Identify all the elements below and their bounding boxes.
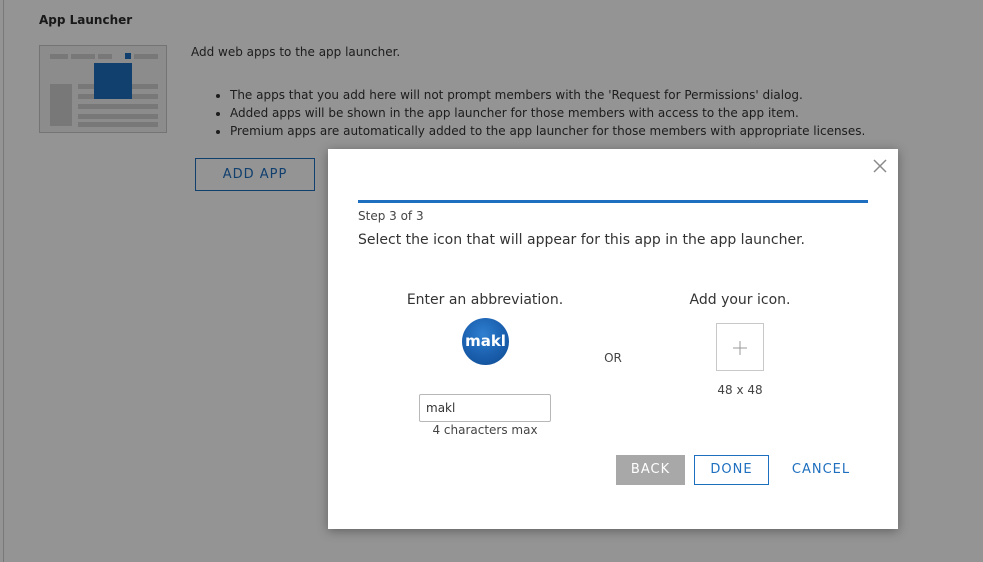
step-progress-bar — [358, 200, 868, 203]
dialog-instruction: Select the icon that will appear for thi… — [358, 232, 806, 248]
back-button[interactable]: BACK — [616, 455, 685, 485]
step-indicator: Step 3 of 3 — [358, 209, 424, 223]
plus-icon — [733, 340, 747, 355]
icon-upload-button[interactable] — [716, 323, 764, 371]
abbreviation-input[interactable] — [419, 394, 551, 422]
or-separator: OR — [604, 351, 622, 365]
done-button[interactable]: DONE — [694, 455, 769, 485]
close-icon-glyph — [873, 159, 887, 173]
abbreviation-icon-preview: makl — [462, 318, 509, 365]
plus-icon-glyph — [733, 341, 747, 355]
abbreviation-heading: Enter an abbreviation. — [406, 292, 564, 308]
icon-upload-heading: Add your icon. — [689, 292, 791, 308]
abbreviation-hint: 4 characters max — [432, 423, 538, 437]
icon-size-label: 48 x 48 — [717, 383, 763, 397]
add-app-dialog: Step 3 of 3 Select the icon that will ap… — [328, 149, 898, 529]
cancel-button[interactable]: CANCEL — [780, 455, 862, 485]
close-icon[interactable] — [870, 156, 890, 176]
